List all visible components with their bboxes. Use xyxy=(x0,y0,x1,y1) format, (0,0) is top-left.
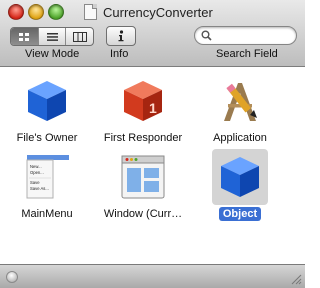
object-item-application[interactable]: Application xyxy=(190,73,290,145)
object-item-first-responder[interactable]: 1 First Responder xyxy=(93,73,193,145)
search-icon xyxy=(201,30,212,41)
object-item-mainmenu[interactable]: New... Open... Save Save As... MainMenu xyxy=(0,149,97,221)
list-view-segment[interactable] xyxy=(39,28,67,45)
object-item-window[interactable]: Window (Curr… xyxy=(93,149,193,221)
nib-document-window: CurrencyConverter View Mode Info Search … xyxy=(0,0,305,288)
object-item-files-owner[interactable]: File's Owner xyxy=(0,73,97,145)
info-icon xyxy=(118,30,124,42)
document-icon xyxy=(84,4,97,20)
svg-text:Open...: Open... xyxy=(30,170,44,175)
object-label: Application xyxy=(213,132,267,144)
view-mode-label: View Mode xyxy=(25,48,80,60)
title-bar: CurrencyConverter xyxy=(84,2,213,22)
search-field[interactable] xyxy=(194,26,297,45)
info-label: Info xyxy=(110,48,129,60)
svg-text:Save: Save xyxy=(30,180,40,185)
object-item-object[interactable]: Object xyxy=(190,149,290,221)
blue-cube-icon xyxy=(221,157,259,197)
object-label: MainMenu xyxy=(21,208,73,220)
red-cube-icon: 1 xyxy=(124,81,162,121)
object-label: First Responder xyxy=(103,132,183,144)
object-label: Window (Curr… xyxy=(103,208,183,220)
info-button[interactable] xyxy=(106,26,136,46)
zoom-button[interactable] xyxy=(48,4,64,20)
icon-view-segment[interactable] xyxy=(11,28,39,45)
search-field-label: Search Field xyxy=(216,48,278,60)
window-title: CurrencyConverter xyxy=(103,4,213,20)
status-indicator-icon xyxy=(6,271,18,283)
svg-text:1: 1 xyxy=(149,100,157,116)
close-button[interactable] xyxy=(8,4,24,20)
menu-icon: New... Open... Save Save As... xyxy=(26,155,69,199)
application-icon xyxy=(224,83,257,121)
object-label: Object xyxy=(218,207,262,221)
svg-text:Save As...: Save As... xyxy=(30,186,49,191)
toolbar: CurrencyConverter View Mode Info Search … xyxy=(0,0,305,67)
search-input[interactable] xyxy=(215,28,295,43)
minimize-button[interactable] xyxy=(28,4,44,20)
svg-text:New...: New... xyxy=(30,164,42,169)
view-mode-control[interactable] xyxy=(10,27,94,46)
blue-cube-icon xyxy=(28,81,66,121)
object-label: File's Owner xyxy=(16,132,78,144)
columns-icon xyxy=(72,31,87,42)
resize-grip-icon[interactable] xyxy=(291,274,302,285)
grid-icon xyxy=(19,32,30,41)
column-view-segment[interactable] xyxy=(66,28,93,45)
list-icon xyxy=(46,32,58,41)
window-icon xyxy=(121,155,165,199)
objects-icon-view: File's Owner 1 First Responder Applicati… xyxy=(0,67,305,264)
bottom-bar xyxy=(0,264,305,288)
